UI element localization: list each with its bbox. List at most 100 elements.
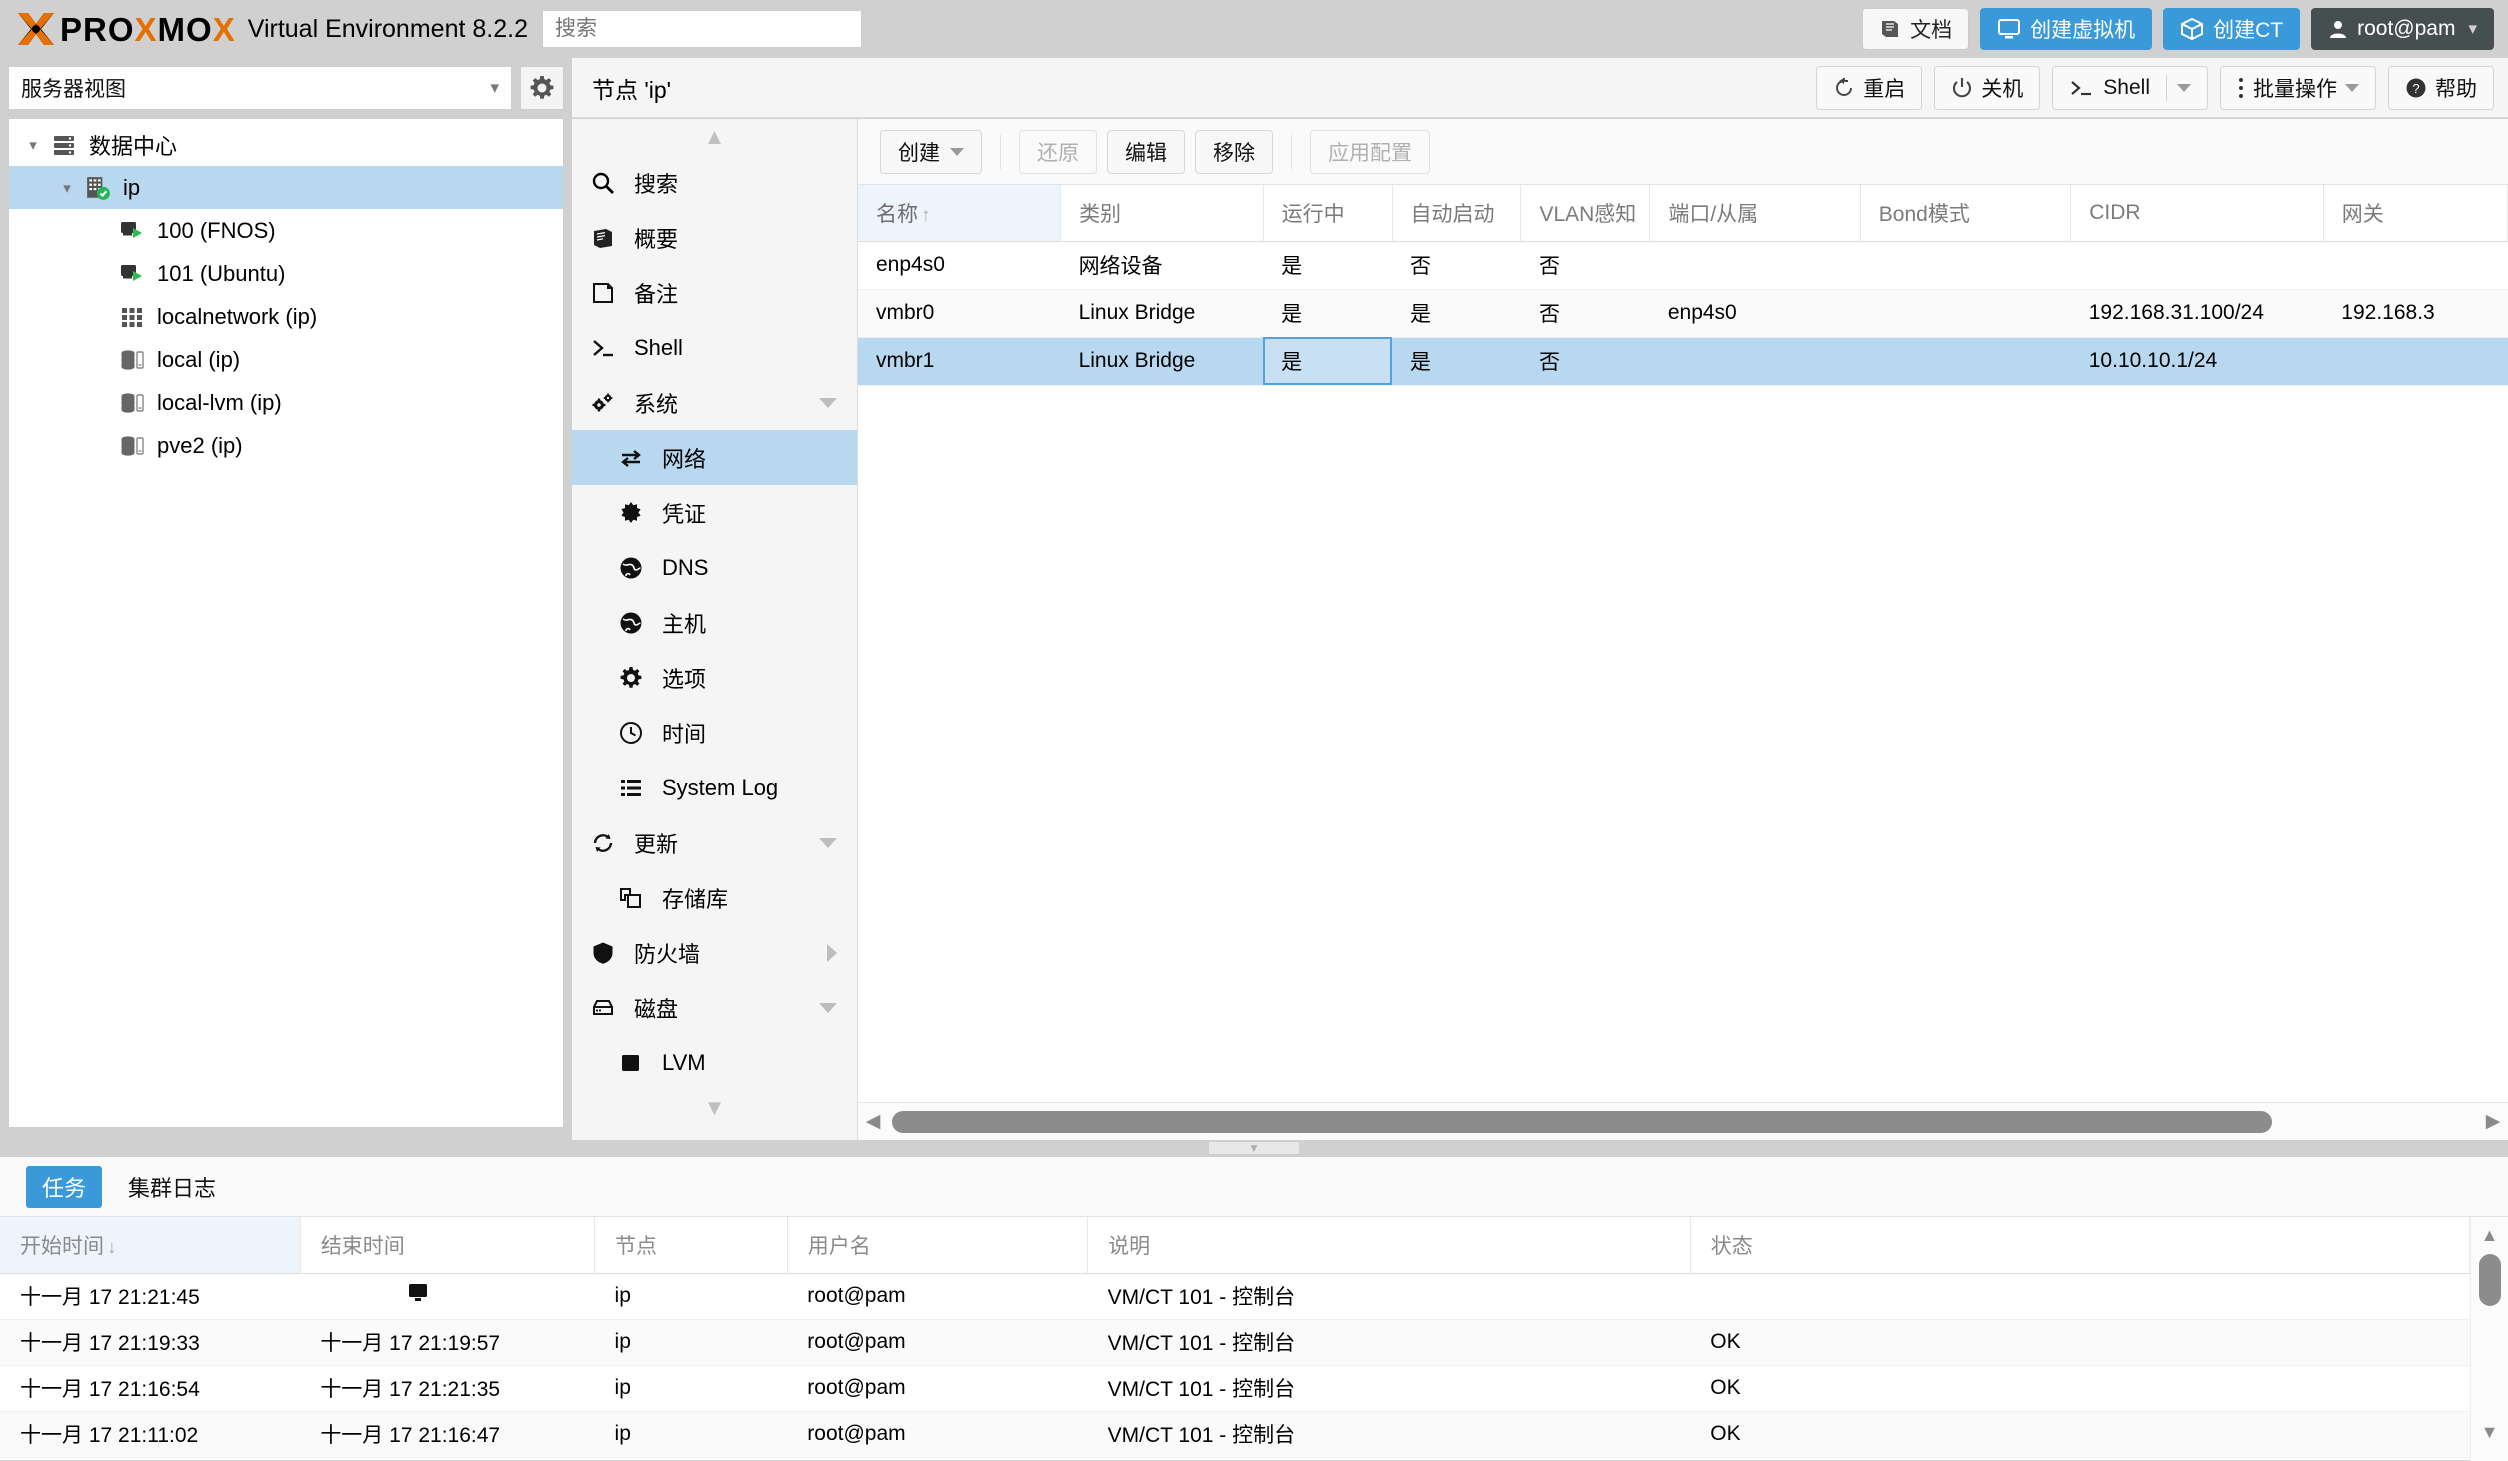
task-cell-node[interactable]: ip [594,1411,788,1458]
network-cell-type[interactable]: Linux Bridge [1060,337,1264,386]
task-cell-start[interactable]: 十一月 17 21:21:45 [0,1273,301,1320]
nav-item-[interactable]: 概要 [572,210,857,265]
bottom-tab-tasks[interactable]: 任务 [26,1165,103,1208]
task-cell-user[interactable]: root@pam [787,1411,1088,1458]
task-cell-desc[interactable]: VM/CT 101 - 控制台 [1087,1365,1691,1412]
task-cell-node[interactable]: ip [594,1319,788,1366]
bulk-actions-button[interactable]: 批量操作 [2220,65,2376,110]
scrollbar-thumb[interactable] [892,1110,2272,1133]
task-column-header[interactable]: 开始时间 ↓ [0,1217,301,1274]
create-ct-button[interactable]: 创建CT [2163,8,2301,50]
network-table-row[interactable]: vmbr0 Linux Bridge 是是否 enp4s0 192.168.31.100… [858,289,2508,338]
nav-scroll-down-button[interactable]: ▼ [572,1090,857,1126]
network-cell-active[interactable]: 是 [1263,241,1393,290]
task-cell-status[interactable] [1690,1273,2470,1320]
network-column-header[interactable]: 名称 ↑ [858,185,1062,242]
restart-button[interactable]: 重启 [1816,65,1923,110]
splitter-handle[interactable]: ▼ [1208,1141,1300,1155]
network-column-header[interactable]: VLAN感知 [1520,185,1651,242]
network-table-row[interactable]: enp4s0 网络设备是否否 [858,241,2508,290]
network-cell-ports[interactable]: enp4s0 [1649,289,1861,338]
task-cell-status[interactable]: OK [1690,1365,2470,1412]
nav-item-[interactable]: 防火墙 [572,925,857,980]
tree-item-ip[interactable]: ▾ ip [9,166,563,209]
task-cell-end[interactable]: 十一月 17 21:21:35 [300,1365,595,1412]
bottom-tab-cluster-log[interactable]: 集群日志 [112,1166,232,1208]
panel-splitter[interactable]: ▼ [0,1140,2508,1156]
scroll-right-arrow-icon[interactable]: ▶ [2482,1110,2504,1133]
nav-item-[interactable]: 系统 [572,375,857,430]
horizontal-scrollbar[interactable]: ◀ ▶ [858,1102,2508,1140]
task-cell-user[interactable]: root@pam [787,1319,1088,1366]
task-cell-node[interactable]: ip [594,1273,788,1320]
create-vm-button[interactable]: 创建虚拟机 [1980,8,2153,50]
network-cell-type[interactable]: Linux Bridge [1060,289,1264,338]
nav-expander[interactable] [819,1002,837,1013]
network-column-header[interactable]: 网关 [2323,185,2508,242]
nav-expander[interactable] [819,837,837,848]
task-cell-user[interactable]: root@pam [787,1365,1088,1412]
scrollbar-thumb[interactable] [2478,1254,2501,1306]
network-cell-bond[interactable] [1860,289,2071,338]
revert-button[interactable]: 还原 [1019,129,1097,174]
network-cell-autostart[interactable]: 否 [1392,241,1521,290]
task-column-header[interactable]: 用户名 [787,1217,1089,1274]
task-cell-end[interactable]: 十一月 17 21:19:57 [300,1319,595,1366]
task-cell-desc[interactable]: VM/CT 101 - 控制台 [1087,1411,1691,1458]
shutdown-button[interactable]: 关机 [1934,65,2041,110]
task-cell-status[interactable]: OK [1690,1411,2470,1458]
task-cell-user[interactable]: root@pam [787,1273,1088,1320]
create-button[interactable]: 创建 [880,129,982,174]
tree-item-100-fnos[interactable]: 100 (FNOS) [9,209,563,252]
user-menu-button[interactable]: root@pam ▾ [2311,8,2494,50]
chevron-down-icon[interactable]: ▾ [19,136,47,154]
network-cell-gateway[interactable] [2323,337,2508,386]
chevron-down-icon[interactable]: ▾ [53,179,81,197]
nav-item-[interactable]: 存储库 [572,870,857,925]
task-column-header[interactable]: 状态 [1690,1217,2471,1274]
network-cell-gateway[interactable] [2323,241,2508,290]
task-cell-start[interactable]: 十一月 17 21:16:54 [0,1365,301,1412]
task-cell-desc[interactable]: VM/CT 101 - 控制台 [1087,1273,1691,1320]
network-cell-cidr[interactable]: 192.168.31.100/24 [2070,289,2324,338]
nav-item-[interactable]: 搜索 [572,155,857,210]
help-button[interactable]: ? 帮助 [2388,65,2494,110]
task-cell-end[interactable] [300,1273,595,1320]
network-cell-name[interactable]: enp4s0 [858,241,1061,290]
scroll-up-arrow-icon[interactable]: ▲ [2481,1225,2499,1246]
task-row[interactable]: 十一月 17 21:19:33 十一月 17 21:19:57 ip root@pam… [0,1319,2470,1366]
network-cell-active[interactable]: 是 [1263,289,1393,338]
chevron-down-icon[interactable] [2345,83,2359,92]
documentation-button[interactable]: 文档 [1862,8,1970,50]
tree-item-local-ip[interactable]: local (ip) [9,338,563,381]
scroll-left-arrow-icon[interactable]: ◀ [862,1110,884,1133]
network-cell-vlan[interactable]: 否 [1520,337,1650,386]
nav-scroll-up-button[interactable]: ▲ [572,119,857,155]
nav-item-lvm[interactable]: LVM [572,1035,857,1090]
task-row[interactable]: 十一月 17 21:16:54 十一月 17 21:21:35 ip root@pam… [0,1365,2470,1412]
task-cell-start[interactable]: 十一月 17 21:11:02 [0,1411,301,1458]
task-cell-node[interactable]: ip [594,1365,788,1412]
task-vertical-scrollbar[interactable]: ▲ ▼ [2470,1217,2508,1461]
network-cell-cidr[interactable]: 10.10.10.1/24 [2070,337,2324,386]
network-cell-bond[interactable] [1860,241,2071,290]
task-column-header[interactable]: 节点 [594,1217,788,1274]
network-cell-ports[interactable] [1649,337,1861,386]
task-column-header[interactable]: 说明 [1087,1217,1691,1274]
network-cell-bond[interactable] [1860,337,2071,386]
task-column-header[interactable]: 结束时间 [300,1217,596,1274]
task-cell-end[interactable]: 十一月 17 21:16:47 [300,1411,595,1458]
network-column-header[interactable]: CIDR [2070,185,2324,242]
network-cell-active[interactable]: 是 [1263,337,1393,386]
apply-config-button[interactable]: 应用配置 [1310,129,1430,174]
chevron-down-icon[interactable] [2177,83,2191,92]
nav-item-[interactable]: 时间 [572,705,857,760]
network-cell-ports[interactable] [1649,241,1861,290]
task-row[interactable]: 十一月 17 21:21:45 ip root@pam VM/CT 101 - 控制台 [0,1273,2470,1320]
tree-item-pve2-ip[interactable]: pve2 (ip) [9,424,563,467]
shell-button[interactable]: Shell [2052,65,2208,110]
view-selector[interactable]: 服务器视图 ▾ [8,66,512,110]
nav-expander[interactable] [819,397,837,408]
tree-item-localnetwork-ip[interactable]: localnetwork (ip) [9,295,563,338]
nav-item-shell[interactable]: Shell [572,320,857,375]
